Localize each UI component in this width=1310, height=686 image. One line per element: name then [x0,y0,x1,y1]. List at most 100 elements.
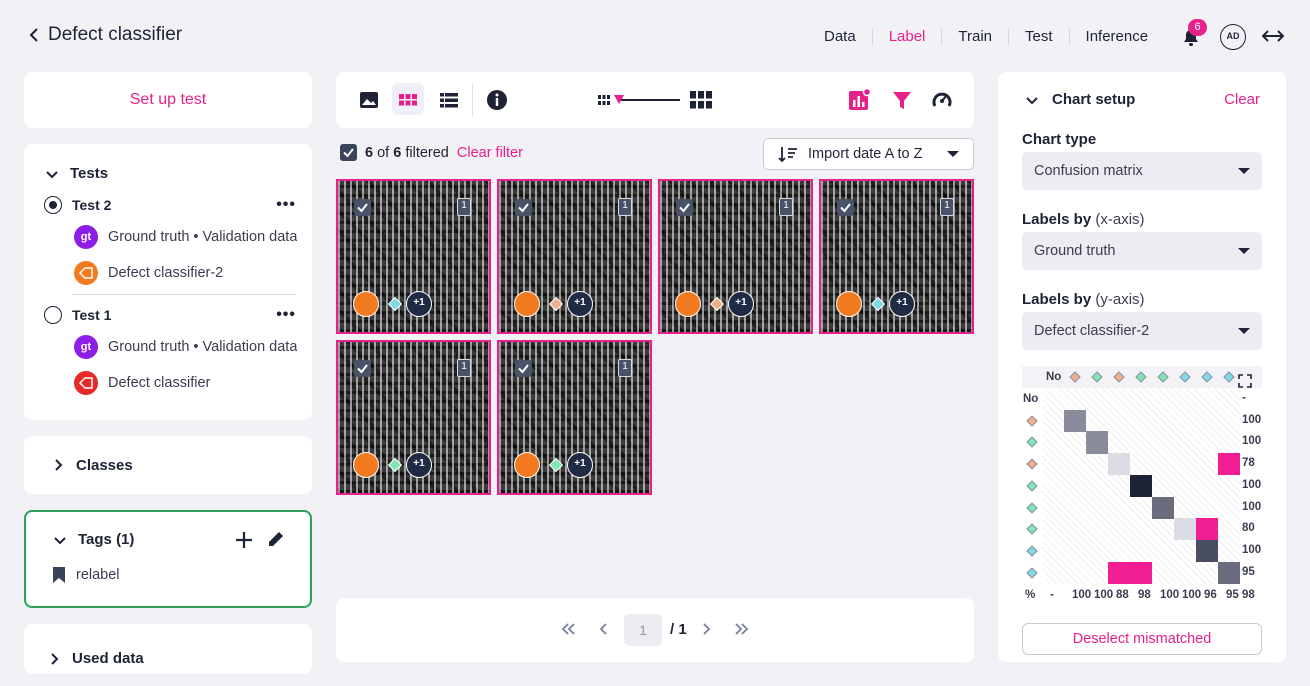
clear-filter-link[interactable]: Clear filter [457,145,523,161]
matrix-cell[interactable] [1108,453,1130,476]
matrix-col-percent: 100 [1160,589,1180,601]
tags-title: Tags (1) [78,531,135,548]
check-icon [518,203,529,213]
thumbnail-checkbox[interactable] [354,199,371,216]
matrix-cell[interactable] [1174,518,1196,541]
thumbnail-checkbox[interactable] [837,199,854,216]
list-view-icon[interactable] [438,89,460,111]
grid-view-icon[interactable] [397,89,419,111]
thumbnail-checkbox[interactable] [515,199,532,216]
test-source-item[interactable]: Defect classifier-2 [74,261,302,285]
sort-icon [778,147,797,163]
ground-truth-chip: gt [74,335,98,359]
expand-icon[interactable] [1238,374,1252,388]
nav-test[interactable]: Test [1008,27,1069,45]
matrix-cell[interactable] [1218,453,1240,476]
classes-header[interactable]: Classes [52,457,133,474]
x-axis-label: Labels by (x-axis) [1022,211,1145,228]
used-data-header[interactable]: Used data [48,650,312,667]
matrix-cell[interactable] [1064,409,1086,432]
confusion-matrix[interactable]: No No -100 100 78 100 100 80 100 95% -100 100 88 98 10… [1022,366,1262,606]
setup-test-button[interactable]: Set up test [24,72,312,128]
gauge-icon[interactable] [931,89,953,111]
last-page-icon[interactable] [734,621,750,637]
test-source-item[interactable]: Defect classifier [74,371,302,395]
swap-horizontal-icon[interactable] [1262,27,1284,45]
nav-train[interactable]: Train [941,27,1008,45]
matrix-cell[interactable] [1218,561,1240,584]
test-source-label: Ground truth • Validation data [108,339,298,355]
thumbnail-checkbox[interactable] [354,360,371,377]
image-thumbnail[interactable]: 1 +1 [497,340,652,495]
tags-header[interactable]: Tags (1) [54,531,134,548]
tag-count-badge: 1 [779,198,793,216]
pagination: 1 / 1 [336,598,974,662]
matrix-cell[interactable] [1196,539,1218,563]
classes-panel[interactable]: Classes [24,436,312,494]
more-options-icon[interactable]: ••• [276,306,296,324]
tests-header[interactable]: Tests [46,165,108,182]
test-radio[interactable] [44,196,62,214]
x-axis-select[interactable]: Ground truth [1022,232,1262,270]
divider [72,294,296,295]
prev-page-icon[interactable] [596,621,612,637]
tests-title: Tests [70,165,109,182]
chart-type-label: Chart type [1022,131,1097,148]
plus-icon[interactable] [234,530,254,550]
matrix-cell[interactable] [1108,561,1130,584]
image-thumbnail[interactable]: 1 +1 [336,340,491,495]
deselect-mismatched-button[interactable]: Deselect mismatched [1022,623,1262,655]
test-radio[interactable] [44,306,62,324]
model-chip [74,261,98,285]
select-all-checkbox[interactable] [340,144,357,161]
class-diamond-icon [387,296,403,312]
more-labels-badge: +1 [889,291,915,317]
main-nav: Data Label Train Test Inference [808,26,1164,46]
matrix-row-percent: 100 [1242,413,1262,426]
filter-icon[interactable] [891,89,913,111]
matrix-cell[interactable] [1196,518,1218,541]
nav-data[interactable]: Data [808,28,872,45]
next-page-icon[interactable] [698,621,714,637]
nav-inference[interactable]: Inference [1068,27,1165,45]
first-page-icon[interactable] [560,621,576,637]
page-input[interactable]: 1 [624,614,662,646]
pencil-icon[interactable] [266,529,286,549]
image-view-icon[interactable] [358,89,380,111]
matrix-cell[interactable] [1152,496,1174,519]
test-source-item[interactable]: gt Ground truth • Validation data [74,225,302,249]
check-icon [357,364,368,374]
chart-setup-header[interactable]: Chart setup [1026,91,1135,108]
chart-icon[interactable] [848,89,870,111]
test-item[interactable]: Test 2 ••• [44,196,296,214]
y-axis-label: Labels by (y-axis) [1022,291,1145,308]
matrix-cell[interactable] [1130,474,1152,497]
gt-chip-label: gt [80,341,92,353]
nav-label[interactable]: Label [871,27,942,45]
more-options-icon[interactable]: ••• [276,196,296,214]
chevron-left-icon[interactable] [28,27,40,43]
thumbnail-checkbox[interactable] [515,360,532,377]
class-diamond-icon [548,457,564,473]
thumbnail-checkbox[interactable] [676,199,693,216]
image-thumbnail[interactable]: 1 +1 [497,179,652,334]
matrix-cell[interactable] [1130,561,1152,584]
test-item[interactable]: Test 1 ••• [44,306,296,324]
image-thumbnail[interactable]: 1 +1 [658,179,813,334]
slider-handle[interactable] [614,95,624,104]
matrix-cell[interactable] [1086,431,1108,454]
image-thumbnail[interactable]: 1 +1 [336,179,491,334]
avatar[interactable]: AD [1220,24,1246,50]
test-source-item[interactable]: gt Ground truth • Validation data [74,335,302,359]
y-axis-select[interactable]: Defect classifier-2 [1022,312,1262,350]
image-thumbnail[interactable]: 1 +1 [819,179,974,334]
tag-item[interactable]: relabel [52,566,120,584]
used-data-panel[interactable]: Used data [24,624,312,674]
small-grid-icon [598,95,610,105]
info-icon[interactable] [486,89,508,111]
chart-type-select[interactable]: Confusion matrix [1022,152,1262,190]
thumbnail-size-slider[interactable] [618,99,680,101]
sort-dropdown[interactable]: Import date A to Z [763,138,974,170]
tag-count-badge: 1 [618,359,632,377]
clear-chart-link[interactable]: Clear [1224,91,1260,108]
